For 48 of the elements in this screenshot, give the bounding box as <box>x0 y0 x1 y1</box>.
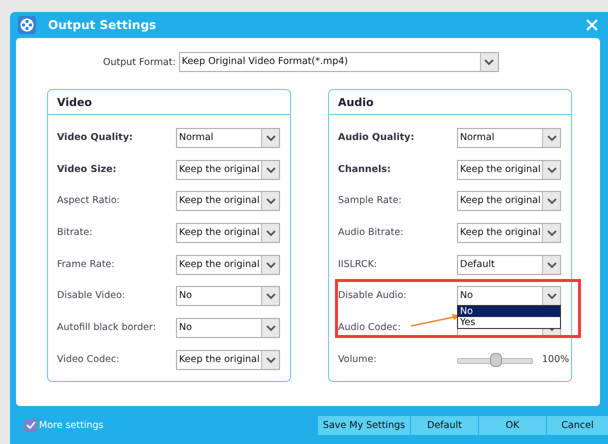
window-title: Output Settings <box>48 18 158 32</box>
dropdown[interactable]: No <box>457 286 561 306</box>
volume-slider[interactable] <box>457 352 533 367</box>
dropdown[interactable]: Default <box>457 254 561 275</box>
dropdown[interactable]: Keep the original <box>176 254 280 275</box>
dialog-button[interactable]: OK <box>479 416 546 434</box>
volume-value: 100% <box>542 352 570 367</box>
dialog-button[interactable]: Save My Settings <box>318 416 410 434</box>
dropdown[interactable]: No <box>176 286 280 306</box>
field-label: Volume: <box>338 352 377 367</box>
field-label: Audio Quality: <box>338 131 414 145</box>
field-label: Output Format: <box>103 56 176 68</box>
checkbox[interactable] <box>24 418 37 432</box>
dropdown[interactable]: Keep the original <box>457 160 561 180</box>
field-label: Aspect Ratio: <box>57 194 120 208</box>
dropdown[interactable]: No <box>176 318 280 338</box>
dropdown[interactable]: Normal <box>176 128 280 148</box>
slider-thumb[interactable] <box>490 352 502 367</box>
field-label: Channels: <box>338 162 391 177</box>
field-label: Audio Codec: <box>338 321 401 336</box>
panel-title: Audio <box>338 96 374 108</box>
dialog-button[interactable]: Default <box>411 416 478 434</box>
dropdown[interactable]: Keep the original <box>457 191 561 212</box>
field-label: Audio Bitrate: <box>338 226 404 240</box>
dropdown[interactable]: Keep the original <box>176 191 280 212</box>
dropdown[interactable]: Keep the original <box>457 223 561 244</box>
field-label: Autofill black border: <box>57 321 156 336</box>
field-label: Disable Audio: <box>338 289 406 304</box>
field-label: Video Size: <box>57 162 116 177</box>
field-label: IISLRCK: <box>338 258 378 272</box>
field-label: Video Quality: <box>57 131 133 145</box>
field-label: Video Codec: <box>57 352 120 367</box>
field-label: Frame Rate: <box>57 258 115 272</box>
checkmark-icon <box>26 421 36 429</box>
field-label: Disable Video: <box>57 289 126 304</box>
dropdown[interactable]: Keep the original <box>176 350 280 370</box>
close-icon[interactable] <box>586 19 598 31</box>
dropdown-option[interactable]: No <box>458 306 560 318</box>
field-label: Bitrate: <box>57 226 92 240</box>
dropdown[interactable]: Keep the original <box>176 160 280 180</box>
dialog-button[interactable]: Cancel <box>547 416 608 434</box>
dropdown-option[interactable]: Yes <box>458 317 560 328</box>
dropdown[interactable]: Keep the original <box>176 223 280 244</box>
film-reel-icon <box>18 16 36 34</box>
format-dropdown[interactable]: Keep Original Video Format(*.mp4) <box>178 52 499 72</box>
field-label: Sample Rate: <box>338 194 402 208</box>
panel-title: Video <box>57 96 92 108</box>
dropdown[interactable]: Normal <box>457 128 561 148</box>
